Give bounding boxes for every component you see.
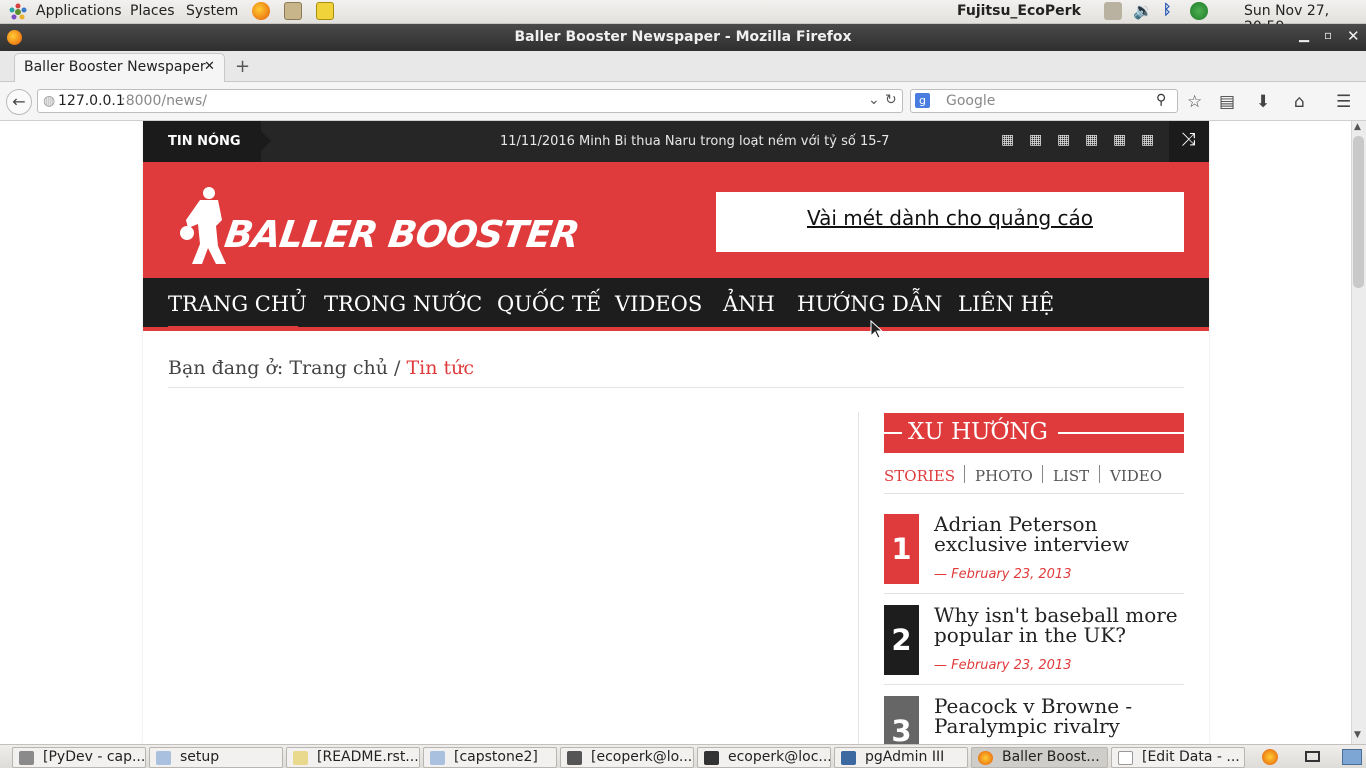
volume-icon[interactable]: 🔉 <box>1133 1 1153 20</box>
divider <box>168 387 1184 388</box>
ticker-shuffle-icon[interactable]: ⤨ <box>1169 121 1209 162</box>
close-window-icon[interactable]: ✕ <box>1347 27 1360 45</box>
menu-item-photos[interactable]: ẢNH <box>723 292 775 316</box>
taskbar-item-readme[interactable]: [README.rst... <box>286 747 420 768</box>
new-tab-icon[interactable]: + <box>235 56 250 77</box>
story-title-3[interactable]: Peacock v Browne - Paralympic rivalry <box>934 696 1184 736</box>
active-menu-indicator <box>168 326 298 330</box>
menu-item-guide[interactable]: HƯỚNG DẪN <box>797 292 942 316</box>
breadcrumb-current: Tin tức <box>406 357 475 379</box>
menu-item-videos[interactable]: VIDEOS <box>615 292 702 316</box>
search-placeholder: Google <box>946 93 996 109</box>
hostname-label: Fujitsu_EcoPerk <box>957 3 1081 19</box>
story-rank-1: 1 <box>884 514 919 584</box>
home-icon[interactable]: ⌂ <box>1294 92 1305 112</box>
update-icon[interactable] <box>1190 2 1208 20</box>
taskbar-item-pydev[interactable]: [PyDev - cap... <box>12 747 146 768</box>
applications-menu[interactable]: Applications <box>36 3 122 19</box>
filter-list[interactable]: LIST <box>1053 467 1089 485</box>
trending-header: XU HƯỚNG <box>884 413 1184 453</box>
story-title-1[interactable]: Adrian Peterson exclusive interview <box>934 514 1184 554</box>
gnome-foot-icon[interactable] <box>8 2 28 26</box>
show-desktop-icon[interactable] <box>1305 751 1320 762</box>
reload-icon[interactable]: ↻ <box>885 92 897 108</box>
minimize-icon[interactable]: ▁ <box>1299 28 1309 43</box>
social-icon-4[interactable]: ▦ <box>1085 132 1098 148</box>
url-dropdown-icon[interactable]: ⌄ <box>868 92 880 108</box>
site-container: TIN NÓNG 11/11/2016 Minh Bi thua Naru tr… <box>143 121 1209 744</box>
breaking-news-text[interactable]: 11/11/2016 Minh Bi thua Naru trong loạt … <box>500 134 889 149</box>
sidebar-divider <box>858 412 859 744</box>
menu-item-domestic[interactable]: TRONG NƯỚC <box>324 292 482 316</box>
window-title: Baller Booster Newspaper - Mozilla Firef… <box>514 29 852 45</box>
workspace-switcher[interactable] <box>1342 749 1362 765</box>
taskbar-item-capstone2[interactable]: [capstone2] <box>423 747 557 768</box>
menu-item-contact[interactable]: LIÊN HỆ <box>958 292 1054 316</box>
editor-launcher-icon[interactable] <box>316 2 334 20</box>
social-icon-2[interactable]: ▦ <box>1029 132 1042 148</box>
bluetooth-icon[interactable]: ᛒ <box>1163 2 1171 18</box>
taskbar-item-pgadmin[interactable]: pgAdmin III <box>834 747 968 768</box>
filter-photo[interactable]: PHOTO <box>975 467 1033 485</box>
taskbar-item-terminal-2[interactable]: ecoperk@loc... <box>697 747 831 768</box>
maximize-icon[interactable]: ▫ <box>1324 28 1332 42</box>
firefox-launcher-icon[interactable] <box>252 2 270 20</box>
browser-tab[interactable]: Baller Booster Newspaper ✕ <box>14 53 225 82</box>
scroll-down-icon[interactable]: ▼ <box>1354 730 1361 740</box>
taskbar-item-terminal-1[interactable]: [ecoperk@lo... <box>560 747 694 768</box>
downloads-icon[interactable]: ⬇ <box>1256 92 1270 112</box>
close-tab-icon[interactable]: ✕ <box>204 59 215 74</box>
search-bar[interactable]: g Google ⚲ <box>910 89 1178 113</box>
site-identity-icon[interactable]: ◍ <box>43 93 55 109</box>
menu-item-international[interactable]: QUỐC TẾ <box>497 292 601 316</box>
breaking-news-bar: TIN NÓNG 11/11/2016 Minh Bi thua Naru tr… <box>143 121 1209 162</box>
ad-banner[interactable]: Vài mét dành cho quảng cáo <box>716 192 1184 252</box>
breadcrumb-prefix[interactable]: Bạn đang ở: Trang chủ / <box>168 357 400 379</box>
social-icon-1[interactable]: ▦ <box>1001 132 1014 148</box>
breaking-news-label: TIN NÓNG <box>143 121 271 162</box>
menu-item-home[interactable]: TRANG CHỦ <box>168 292 307 316</box>
taskbar: [PyDev - cap... setup [README.rst... [ca… <box>0 744 1366 768</box>
mail-launcher-icon[interactable] <box>284 2 302 20</box>
system-menu[interactable]: System <box>186 3 238 19</box>
bookmarks-list-icon[interactable]: ▤ <box>1219 92 1235 112</box>
top-panel: Applications Places System Fujitsu_EcoPe… <box>0 0 1366 35</box>
story-date-2: — February 23, 2013 <box>934 658 1072 673</box>
back-button[interactable]: ← <box>6 89 32 115</box>
story-date-1: — February 23, 2013 <box>934 567 1072 582</box>
url-host: 127.0.0.1 <box>58 93 125 109</box>
web-page: TIN NÓNG 11/11/2016 Minh Bi thua Naru tr… <box>0 121 1351 744</box>
taskbar-item-firefox[interactable]: Baller Boost... <box>971 747 1108 768</box>
social-icon-3[interactable]: ▦ <box>1057 132 1070 148</box>
taskbar-item-setup[interactable]: setup <box>149 747 283 768</box>
binoculars-icon[interactable]: ⚲ <box>1156 92 1166 108</box>
filter-video[interactable]: VIDEO <box>1110 467 1162 485</box>
tab-title: Baller Booster Newspaper <box>24 59 206 75</box>
scroll-up-icon[interactable]: ▲ <box>1354 122 1361 132</box>
trending-title: XU HƯỚNG <box>908 419 1048 445</box>
menu-icon[interactable]: ☰ <box>1336 92 1351 112</box>
scrollbar-thumb[interactable] <box>1353 136 1364 288</box>
main-menu: TRANG CHỦ TRONG NƯỚC QUỐC TẾ VIDEOS ẢNH … <box>143 278 1209 331</box>
mouse-cursor-icon <box>870 320 882 339</box>
url-path: :8000/news/ <box>121 93 208 109</box>
site-logo[interactable]: BALLER BOOSTER <box>222 213 581 256</box>
story-title-2[interactable]: Why isn't baseball more popular in the U… <box>934 605 1184 645</box>
places-menu[interactable]: Places <box>130 3 175 19</box>
search-engine-icon[interactable]: g <box>915 93 930 108</box>
social-icon-5[interactable]: ▦ <box>1113 132 1126 148</box>
window-titlebar: Baller Booster Newspaper - Mozilla Firef… <box>0 24 1366 51</box>
social-icon-6[interactable]: ▦ <box>1141 132 1154 148</box>
bookmark-star-icon[interactable]: ☆ <box>1187 92 1202 112</box>
url-bar[interactable]: ◍ 127.0.0.1 :8000/news/ ⌄ ↻ <box>37 89 903 113</box>
story-rank-3: 3 <box>884 696 919 744</box>
network-icon[interactable] <box>1104 2 1122 20</box>
firefox-tray-icon[interactable] <box>1262 749 1278 765</box>
breadcrumb: Bạn đang ở: Trang chủ / Tin tức <box>168 357 474 379</box>
filter-stories[interactable]: STORIES <box>884 467 955 485</box>
taskbar-item-edit-data[interactable]: [Edit Data - ... <box>1111 747 1245 768</box>
site-header: BALLER BOOSTER Vài mét dành cho quảng cá… <box>143 162 1209 278</box>
story-rank-2: 2 <box>884 605 919 675</box>
